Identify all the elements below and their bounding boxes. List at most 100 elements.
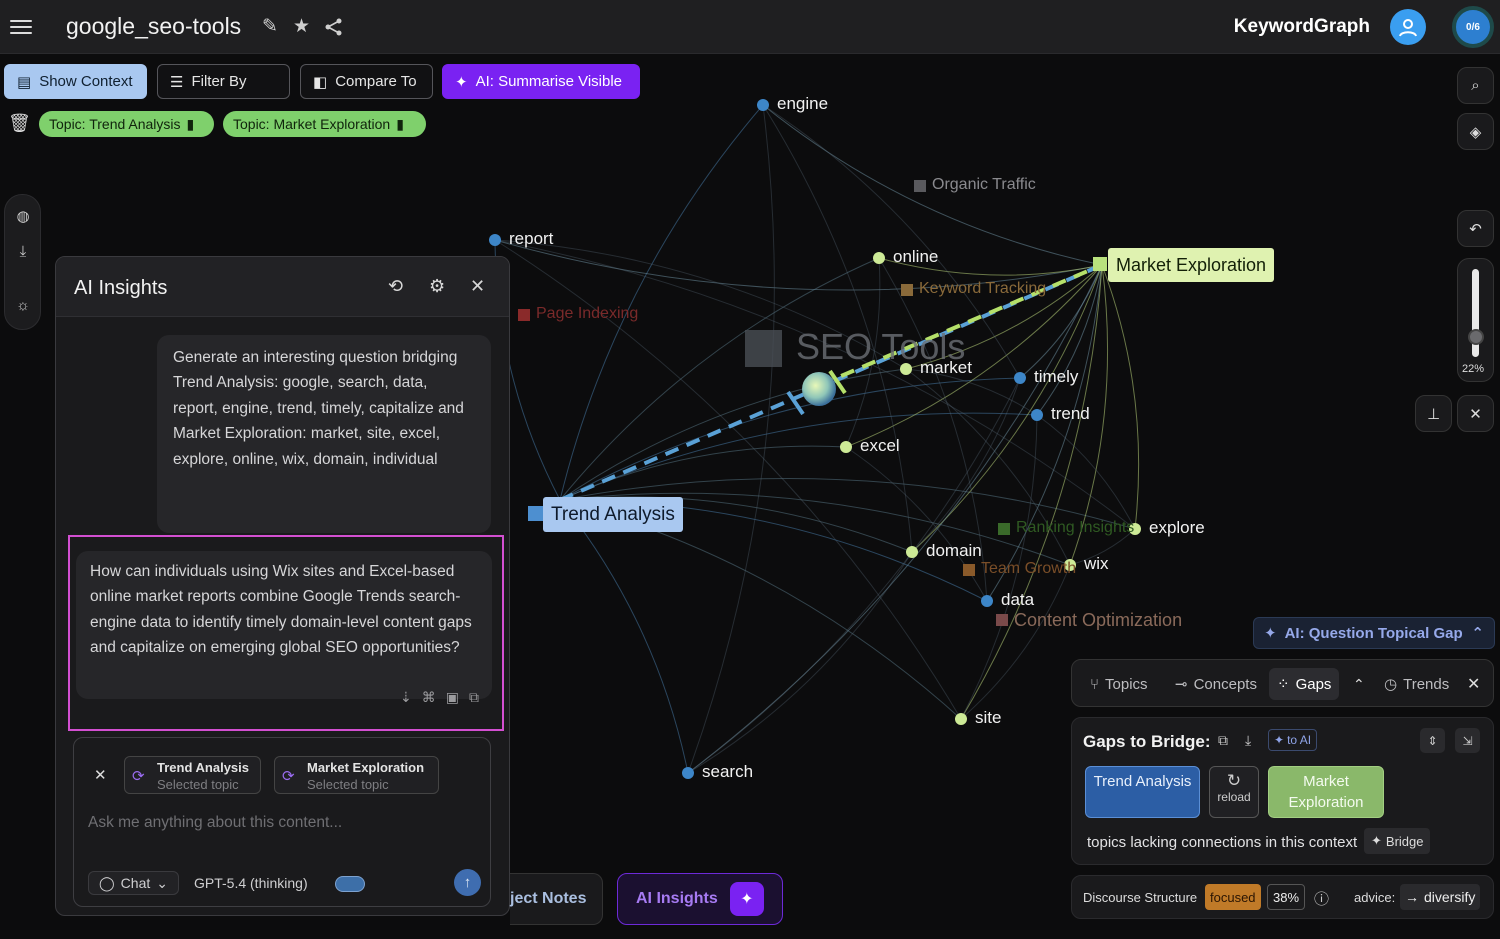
download-icon[interactable]: ⤓: [14, 243, 32, 261]
reload-button[interactable]: ↻ reload: [1209, 766, 1259, 818]
dim-node[interactable]: [998, 523, 1010, 535]
graph-node-domain[interactable]: [906, 546, 918, 558]
clear-topics-icon[interactable]: ✕: [94, 766, 107, 784]
copy-icon[interactable]: ⧉: [469, 689, 479, 711]
close-icon[interactable]: ✕: [470, 276, 485, 297]
dim-node[interactable]: [996, 614, 1008, 626]
dim-label[interactable]: Content Optimization: [1014, 610, 1182, 631]
dim-label[interactable]: Organic Traffic: [932, 176, 1036, 194]
graph-node-engine[interactable]: [757, 99, 769, 111]
node-label-wix[interactable]: wix: [1084, 554, 1109, 574]
expand-icon[interactable]: ⇕: [1420, 728, 1445, 753]
topic-label-trend-analysis[interactable]: Trend Analysis: [543, 497, 683, 532]
close-icon[interactable]: ✕: [1467, 674, 1480, 694]
axis-icon[interactable]: ⊥: [1415, 395, 1452, 432]
dim-label[interactable]: Keyword Tracking: [919, 280, 1046, 298]
dim-label[interactable]: Ranking Insights: [1016, 519, 1134, 537]
graph-node-excel[interactable]: [840, 441, 852, 453]
ai-insights-tab[interactable]: AI Insights ✦: [617, 873, 783, 925]
graph-node-online[interactable]: [873, 252, 885, 264]
ai-summarise-button[interactable]: ✦ AI: Summarise Visible: [442, 64, 640, 99]
globe-icon[interactable]: ◍: [14, 207, 32, 225]
sort-icon[interactable]: ⇣: [400, 689, 412, 711]
topic-label-market-exploration[interactable]: Market Exploration: [1108, 248, 1275, 282]
graph-node-data[interactable]: [981, 595, 993, 607]
filter-by-button[interactable]: ☰ Filter By: [157, 64, 290, 99]
user-avatar-icon[interactable]: [1390, 9, 1426, 45]
selected-topic-market[interactable]: ⟳ Market Exploration Selected topic: [274, 756, 439, 794]
gap-topic-a-button[interactable]: Trend Analysis: [1085, 766, 1200, 818]
download-icon[interactable]: ⤓: [1245, 732, 1251, 749]
selected-topic-trend[interactable]: ⟳ Trend Analysis Selected topic: [124, 756, 261, 794]
tab-gaps[interactable]: ⁘ Gaps: [1269, 668, 1340, 700]
save-icon[interactable]: ▣: [446, 689, 459, 711]
topic-chip-trend[interactable]: Topic: Trend Analysis ▮: [39, 111, 214, 137]
dim-label[interactable]: Team Growth: [981, 560, 1076, 578]
bridge-orb[interactable]: [802, 372, 836, 406]
edit-icon[interactable]: ✎: [262, 15, 278, 38]
topic-chip-market[interactable]: Topic: Market Exploration ▮: [223, 111, 426, 137]
node-label-online[interactable]: online: [893, 247, 938, 267]
graph-icon[interactable]: ⌘: [422, 689, 436, 711]
graph-node-timely[interactable]: [1014, 372, 1026, 384]
graph-node-trend[interactable]: [1031, 409, 1043, 421]
node-label-site[interactable]: site: [975, 708, 1001, 728]
chevron-up-icon[interactable]: ⌃: [1353, 676, 1365, 693]
tab-topics[interactable]: ⑂ Topics: [1082, 668, 1156, 700]
menu-icon[interactable]: [10, 16, 32, 36]
fit-graph-icon[interactable]: ✕: [1457, 395, 1494, 432]
dim-node[interactable]: [901, 284, 913, 296]
compare-to-button[interactable]: ◧ Compare To: [300, 64, 433, 99]
node-label-engine[interactable]: engine: [777, 94, 828, 114]
undo-icon[interactable]: ↶: [1457, 210, 1494, 247]
node-label-market[interactable]: market: [920, 358, 972, 378]
collapse-icon[interactable]: ⇲: [1455, 728, 1480, 753]
topic-node-market[interactable]: [1093, 257, 1107, 271]
progress-counter[interactable]: 0/6: [1452, 6, 1494, 48]
node-label-data[interactable]: data: [1001, 590, 1034, 610]
node-label-domain[interactable]: domain: [926, 541, 982, 561]
star-icon[interactable]: ★: [293, 15, 310, 38]
zoom-slider[interactable]: 22%: [1457, 258, 1494, 382]
topic-node-trend[interactable]: [528, 506, 543, 521]
graph-node-site[interactable]: [955, 713, 967, 725]
dim-node[interactable]: [914, 180, 926, 192]
node-label-search[interactable]: search: [702, 762, 753, 782]
chip-delete-icon[interactable]: ▮: [396, 116, 404, 133]
tab-concepts[interactable]: ⊸ Concepts: [1167, 668, 1265, 700]
dim-label[interactable]: Page Indexing: [536, 305, 638, 323]
node-label-timely[interactable]: timely: [1034, 367, 1078, 387]
graph-node-report[interactable]: [489, 234, 501, 246]
chat-input[interactable]: Ask me anything about this content...: [88, 814, 342, 832]
history-icon[interactable]: ⟲: [388, 276, 403, 297]
to-ai-button[interactable]: ✦ to AI: [1268, 729, 1318, 751]
share-icon[interactable]: [325, 18, 343, 36]
settings-icon[interactable]: ⚙: [429, 276, 445, 297]
search-icon[interactable]: ⌕: [1457, 67, 1494, 104]
send-button[interactable]: ↑: [454, 869, 481, 896]
advice-button[interactable]: → diversify: [1400, 884, 1481, 910]
dim-node[interactable]: [518, 309, 530, 321]
node-label-report[interactable]: report: [509, 229, 553, 249]
ai-question-gap-button[interactable]: ✦ AI: Question Topical Gap ⌃: [1253, 617, 1495, 649]
mode-dropdown[interactable]: ◯ Chat ⌄: [88, 871, 179, 895]
node-label-excel[interactable]: excel: [860, 436, 900, 456]
tab-trends[interactable]: ◷ Trends: [1376, 668, 1457, 700]
info-icon[interactable]: ⓘ: [1314, 888, 1329, 909]
dim-node[interactable]: [963, 564, 975, 576]
chip-delete-icon[interactable]: ▮: [187, 116, 195, 133]
document-title[interactable]: google_seo-tools: [66, 13, 241, 40]
project-notes-tab[interactable]: ject Notes: [510, 873, 603, 925]
show-context-button[interactable]: ▤ Show Context: [4, 64, 147, 99]
model-name[interactable]: GPT-5.4 (thinking): [194, 875, 308, 891]
graph-node-search[interactable]: [682, 767, 694, 779]
thinking-toggle[interactable]: [335, 876, 365, 892]
node-label-trend[interactable]: trend: [1051, 404, 1090, 424]
layers-icon[interactable]: ◈: [1457, 113, 1494, 150]
node-label-explore[interactable]: explore: [1149, 518, 1205, 538]
gap-topic-b-button[interactable]: Market Exploration: [1268, 766, 1384, 818]
trash-icon[interactable]: 🗑: [8, 113, 31, 134]
sun-icon[interactable]: ☼: [14, 297, 32, 315]
copy-icon[interactable]: ⧉: [1218, 732, 1228, 749]
zoom-thumb[interactable]: [1468, 329, 1484, 345]
